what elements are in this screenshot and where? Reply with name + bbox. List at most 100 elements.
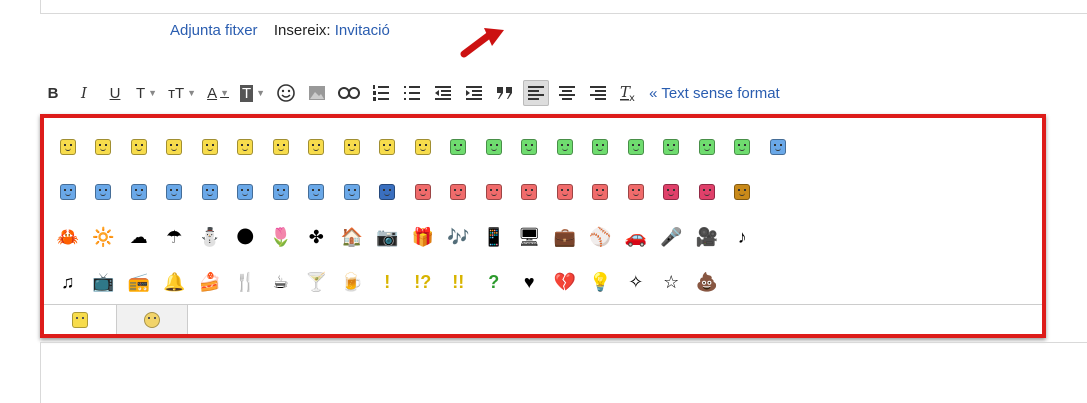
emoticon-button[interactable]: ✧ xyxy=(618,267,654,297)
emoticon-button[interactable] xyxy=(583,177,619,207)
highlight-button[interactable]: T ▼ xyxy=(237,80,268,106)
emoticon-button[interactable] xyxy=(299,132,335,162)
emoticon-button[interactable]: 💡 xyxy=(583,267,619,297)
emoticon-button[interactable]: 🌑 xyxy=(228,222,264,252)
emoticon-button[interactable] xyxy=(512,177,548,207)
emoticon-button[interactable]: ♪ xyxy=(725,222,761,252)
quote-button[interactable] xyxy=(492,80,518,106)
emoticon-button[interactable]: 🍺 xyxy=(334,267,370,297)
emoticon-button[interactable]: !! xyxy=(441,267,477,297)
remove-format-button[interactable]: Tx xyxy=(616,80,642,106)
emoticon-button[interactable]: 📺 xyxy=(86,267,122,297)
underline-button[interactable]: U xyxy=(102,80,128,106)
emoticon-button[interactable] xyxy=(618,177,654,207)
emoticon-button[interactable] xyxy=(192,177,228,207)
emoticon-button[interactable]: 🎥 xyxy=(689,222,725,252)
emoticon-button[interactable] xyxy=(476,177,512,207)
link-button[interactable] xyxy=(335,80,363,106)
emoticon-button[interactable]: 🔔 xyxy=(157,267,193,297)
emoticon-button[interactable] xyxy=(547,177,583,207)
emoticon-button[interactable]: 🏠 xyxy=(334,222,370,252)
emoticon-button[interactable]: ⛄ xyxy=(192,222,228,252)
italic-button[interactable]: I xyxy=(71,80,97,106)
font-button[interactable]: T ▼ xyxy=(133,80,160,106)
bulleted-list-button[interactable] xyxy=(399,80,425,106)
emoticon-button[interactable] xyxy=(334,132,370,162)
emoticon-button[interactable]: 📱 xyxy=(476,222,512,252)
compose-body[interactable] xyxy=(40,342,1087,403)
emoticon-button[interactable]: 🖥 xyxy=(512,222,548,252)
emoticon-button[interactable]: 📻 xyxy=(121,267,157,297)
emoticon-button[interactable]: ☕ xyxy=(263,267,299,297)
emoticon-button[interactable] xyxy=(654,177,690,207)
plain-text-link[interactable]: « Text sense format xyxy=(647,80,783,106)
numbered-list-button[interactable] xyxy=(368,80,394,106)
emoticon-button[interactable] xyxy=(405,132,441,162)
align-left-button[interactable] xyxy=(523,80,550,106)
emoticon-button[interactable]: 🌷 xyxy=(263,222,299,252)
emoticon-button[interactable] xyxy=(689,177,725,207)
emoticon-button[interactable] xyxy=(547,132,583,162)
tab-round-emoticons[interactable] xyxy=(116,305,188,334)
emoticon-button[interactable]: 🚗 xyxy=(618,222,654,252)
emoticon-button[interactable]: 🍰 xyxy=(192,267,228,297)
emoticon-button[interactable]: 🎶 xyxy=(441,222,477,252)
emoticon-button[interactable] xyxy=(334,177,370,207)
emoticon-button[interactable] xyxy=(228,132,264,162)
emoticon-button[interactable]: ♫ xyxy=(50,267,86,297)
emoticon-button[interactable] xyxy=(441,177,477,207)
font-size-button[interactable]: тT ▼ xyxy=(165,80,199,106)
emoticon-button[interactable] xyxy=(263,177,299,207)
emoticon-button[interactable] xyxy=(86,177,122,207)
emoticon-button[interactable]: 📷 xyxy=(370,222,406,252)
emoticon-button[interactable] xyxy=(86,132,122,162)
emoticon-button[interactable] xyxy=(273,80,299,106)
bold-button[interactable]: B xyxy=(40,80,66,106)
emoticon-button[interactable]: ♥ xyxy=(512,267,548,297)
emoticon-button[interactable] xyxy=(760,132,796,162)
emoticon-button[interactable] xyxy=(476,132,512,162)
emoticon-button[interactable] xyxy=(157,177,193,207)
emoticon-button[interactable]: ☂ xyxy=(157,222,193,252)
emoticon-button[interactable] xyxy=(157,132,193,162)
emoticon-button[interactable]: 💩 xyxy=(689,267,725,297)
emoticon-button[interactable] xyxy=(228,177,264,207)
emoticon-button[interactable]: 💼 xyxy=(547,222,583,252)
emoticon-button[interactable]: 🔆 xyxy=(86,222,122,252)
indent-button[interactable] xyxy=(461,80,487,106)
emoticon-button[interactable]: ✤ xyxy=(299,222,335,252)
emoticon-button[interactable] xyxy=(618,132,654,162)
text-color-button[interactable]: A ▼ xyxy=(204,80,232,106)
emoticon-button[interactable] xyxy=(192,132,228,162)
tab-classic-emoticons[interactable] xyxy=(44,305,116,334)
invitation-link[interactable]: Invitació xyxy=(335,22,390,39)
emoticon-button[interactable] xyxy=(725,132,761,162)
emoticon-button[interactable] xyxy=(50,177,86,207)
emoticon-button[interactable]: 🎤 xyxy=(654,222,690,252)
align-center-button[interactable] xyxy=(554,80,580,106)
emoticon-button[interactable]: !? xyxy=(405,267,441,297)
emoticon-button[interactable] xyxy=(689,132,725,162)
emoticon-button[interactable]: 🍸 xyxy=(299,267,335,297)
emoticon-button[interactable]: 🍴 xyxy=(228,267,264,297)
emoticon-button[interactable]: ? xyxy=(476,267,512,297)
emoticon-button[interactable]: ☆ xyxy=(654,267,690,297)
emoticon-button[interactable] xyxy=(50,132,86,162)
emoticon-button[interactable]: 🎁 xyxy=(405,222,441,252)
outdent-button[interactable] xyxy=(430,80,456,106)
emoticon-button[interactable] xyxy=(121,132,157,162)
emoticon-button[interactable]: 🦀 xyxy=(50,222,86,252)
emoticon-button[interactable] xyxy=(441,132,477,162)
emoticon-button[interactable] xyxy=(725,177,761,207)
emoticon-button[interactable] xyxy=(512,132,548,162)
emoticon-button[interactable] xyxy=(370,132,406,162)
emoticon-button[interactable]: ! xyxy=(370,267,406,297)
emoticon-button[interactable] xyxy=(370,177,406,207)
emoticon-button[interactable] xyxy=(405,177,441,207)
attach-file-link[interactable]: Adjunta fitxer xyxy=(170,22,258,39)
emoticon-button[interactable] xyxy=(583,132,619,162)
emoticon-button[interactable] xyxy=(263,132,299,162)
align-right-button[interactable] xyxy=(585,80,611,106)
emoticon-button[interactable] xyxy=(654,132,690,162)
emoticon-button[interactable]: ☁ xyxy=(121,222,157,252)
